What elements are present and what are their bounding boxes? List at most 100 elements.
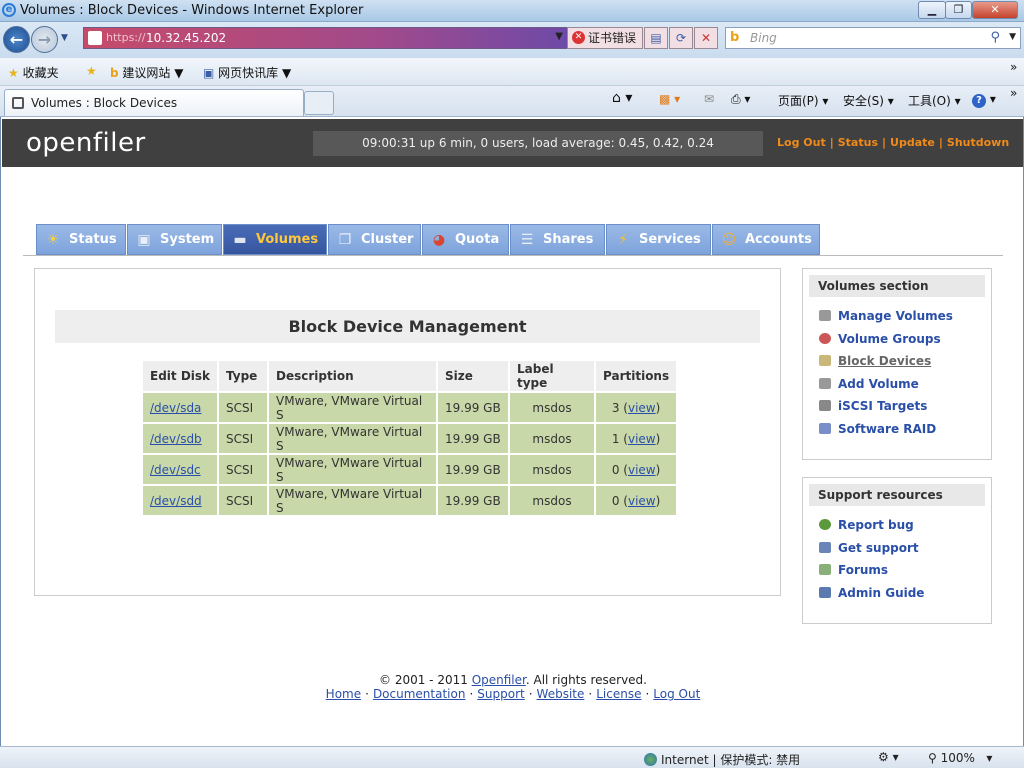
status-link[interactable]: Status	[838, 136, 878, 149]
sidebar-item-label: Forums	[838, 563, 889, 577]
page-footer: © 2001 - 2011 Openfiler. All rights rese…	[1, 673, 1024, 701]
sidebar-item-iscsi-targets[interactable]: iSCSI Targets	[803, 395, 991, 418]
tab-status[interactable]: ☀ Status	[36, 224, 126, 255]
search-input[interactable]: b Bing ⚲ ▼	[725, 27, 1021, 49]
uptime-status: 09:00:31 up 6 min, 0 users, load average…	[313, 131, 763, 156]
cert-error-icon: ✕	[572, 31, 585, 44]
close-button[interactable]: ✕	[972, 1, 1018, 19]
bing-small-icon: b	[110, 66, 119, 80]
cluster-icon: ❐	[338, 232, 352, 248]
history-dropdown-icon[interactable]: ▼	[61, 33, 68, 43]
sidebar-item-admin-guide[interactable]: Admin Guide	[803, 582, 991, 605]
sidebar-item-software-raid[interactable]: Software RAID	[803, 418, 991, 441]
raid-icon	[819, 422, 831, 434]
tab-system[interactable]: ▣ System	[127, 224, 222, 255]
tab-volumes[interactable]: ▬ Volumes	[223, 224, 327, 255]
back-button[interactable]: ←	[3, 26, 30, 53]
search-icon[interactable]: ⚲	[990, 30, 1000, 45]
tab-divider	[23, 255, 1003, 256]
sidebar-item-get-support[interactable]: Get support	[803, 537, 991, 560]
more-chevron[interactable]: »	[1010, 60, 1017, 74]
protected-mode-icon[interactable]: ⚙ ▾	[878, 750, 899, 764]
sidebar-item-manage-volumes[interactable]: Manage Volumes	[803, 305, 991, 328]
tab-shares[interactable]: ☰ Shares	[510, 224, 605, 255]
partition-count: 0	[611, 493, 620, 508]
openfiler-link[interactable]: Openfiler	[472, 673, 526, 687]
help-menu[interactable]: ? ▾	[972, 92, 996, 108]
disk-link[interactable]: /dev/sdb	[150, 432, 202, 446]
new-tab-button[interactable]	[304, 91, 334, 115]
forward-button[interactable]: →	[31, 26, 58, 53]
search-dropdown-icon[interactable]: ▼	[1009, 32, 1016, 42]
globe-icon	[644, 753, 657, 766]
sidebar-item-add-volume[interactable]: Add Volume	[803, 373, 991, 396]
view-partitions-link[interactable]: view	[628, 432, 656, 446]
sun-icon: ☀	[46, 232, 60, 248]
tab-quota[interactable]: ◕ Quota	[422, 224, 509, 255]
print-icon[interactable]: ⎙ ▾	[731, 92, 750, 107]
label-cell: msdos	[510, 486, 594, 515]
favorites-button[interactable]: ★ 收藏夹	[8, 64, 59, 81]
partitions-cell: 0 (view)	[596, 486, 677, 515]
view-partitions-link[interactable]: view	[628, 494, 656, 508]
maximize-button[interactable]: ❐	[945, 1, 972, 19]
page-menu-label: 页面(P)	[778, 94, 819, 108]
minimize-button[interactable]: ▁	[918, 1, 946, 19]
security-zone-label: Internet | 保护模式: 禁用	[661, 753, 801, 767]
col-size: Size	[438, 361, 508, 391]
compat-view-icon[interactable]: ▤	[644, 27, 668, 49]
footer-home-link[interactable]: Home	[326, 687, 361, 701]
col-label-type: Label type	[510, 361, 594, 391]
feeds-icon[interactable]: ▩ ▾	[659, 92, 680, 106]
sidebar-item-block-devices[interactable]: Block Devices	[803, 350, 991, 373]
partition-count: 1	[611, 431, 620, 446]
update-link[interactable]: Update	[890, 136, 935, 149]
tab-services-label: Services	[639, 232, 701, 247]
footer-website-link[interactable]: Website	[537, 687, 585, 701]
tab-system-label: System	[160, 232, 215, 247]
page-menu[interactable]: 页面(P) ▾	[778, 92, 828, 109]
tab-cluster[interactable]: ❐ Cluster	[328, 224, 421, 255]
url-host: 10.32.45.202	[146, 31, 227, 45]
add-favorite-icon[interactable]: ★	[86, 64, 97, 78]
refresh-icon[interactable]: ⟳	[669, 27, 693, 49]
security-zone[interactable]: Internet | 保护模式: 禁用	[644, 751, 800, 768]
footer-support-link[interactable]: Support	[477, 687, 524, 701]
mail-icon[interactable]: ✉	[704, 92, 714, 106]
suggested-sites-button[interactable]: b 建议网站 ▼	[110, 64, 183, 81]
disk-link[interactable]: /dev/sdd	[150, 494, 202, 508]
home-icon[interactable]: ⌂ ▾	[612, 90, 632, 106]
description-cell: VMware, VMware Virtual S	[269, 424, 436, 453]
sidebar-item-volume-groups[interactable]: Volume Groups	[803, 328, 991, 351]
type-cell: SCSI	[219, 424, 267, 453]
col-type: Type	[219, 361, 267, 391]
sidebar-item-report-bug[interactable]: Report bug	[803, 514, 991, 537]
tab-favicon-icon	[12, 97, 24, 109]
footer-documentation-link[interactable]: Documentation	[373, 687, 466, 701]
sidebar-item-forums[interactable]: Forums	[803, 559, 991, 582]
disk-link[interactable]: /dev/sdc	[150, 463, 201, 477]
zoom-control[interactable]: ⚲ 100% ▾	[928, 751, 992, 765]
certificate-error-button[interactable]: ✕ 证书错误	[567, 27, 643, 49]
browser-tab-active[interactable]: Volumes : Block Devices	[4, 89, 304, 116]
tools-menu[interactable]: 工具(O) ▾	[908, 92, 961, 109]
web-slices-button[interactable]: ▣ 网页快讯库 ▼	[203, 64, 291, 81]
tab-accounts[interactable]: ☺ Accounts	[712, 224, 820, 255]
sidebar-item-label: Block Devices	[838, 354, 932, 368]
command-chevron[interactable]: »	[1010, 86, 1017, 100]
label-cell: msdos	[510, 455, 594, 484]
browser-tab-bar: Volumes : Block Devices ⌂ ▾ ▩ ▾ ✉ ⎙ ▾ 页面…	[0, 86, 1024, 117]
tab-services[interactable]: ⚡ Services	[606, 224, 711, 255]
stop-icon[interactable]: ✕	[694, 27, 718, 49]
url-dropdown-icon[interactable]: ▼	[555, 31, 563, 42]
url-input[interactable]: https:// 10.32.45.202 ▼	[83, 27, 568, 49]
footer-logout-link[interactable]: Log Out	[653, 687, 700, 701]
view-partitions-link[interactable]: view	[628, 401, 656, 415]
logout-link[interactable]: Log Out	[777, 136, 826, 149]
safety-menu[interactable]: 安全(S) ▾	[843, 92, 894, 109]
disk-link[interactable]: /dev/sda	[150, 401, 201, 415]
footer-license-link[interactable]: License	[596, 687, 641, 701]
view-partitions-link[interactable]: view	[628, 463, 656, 477]
shutdown-link[interactable]: Shutdown	[947, 136, 1009, 149]
table-row: /dev/sdd SCSI VMware, VMware Virtual S 1…	[143, 486, 677, 515]
